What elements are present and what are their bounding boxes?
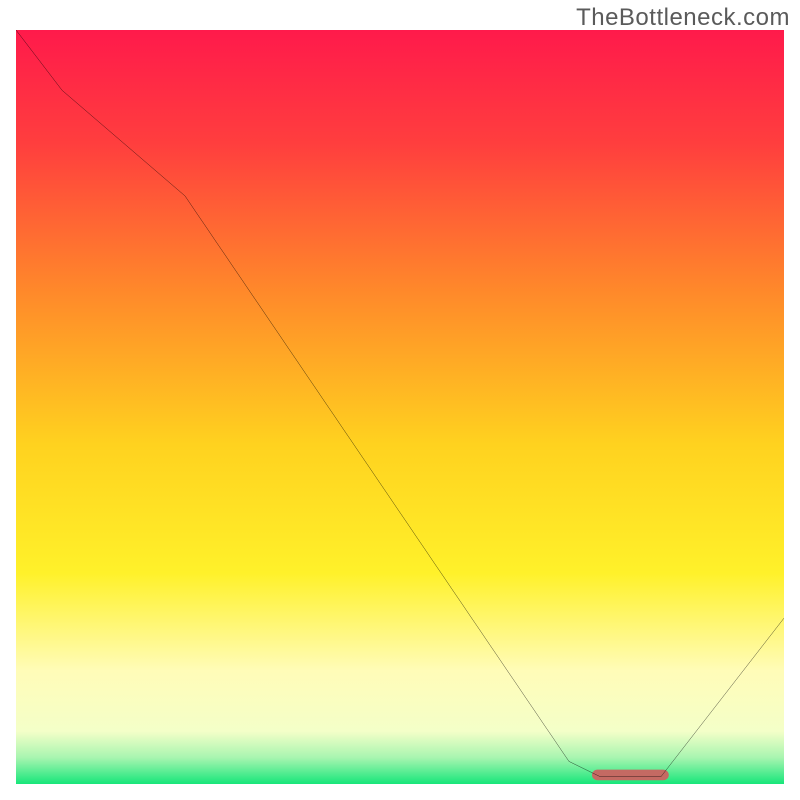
chart-frame: TheBottleneck.com (0, 0, 800, 800)
gradient-background (16, 30, 784, 784)
target-band-marker (592, 770, 669, 781)
watermark-text: TheBottleneck.com (576, 4, 790, 32)
bottleneck-chart (16, 30, 784, 784)
